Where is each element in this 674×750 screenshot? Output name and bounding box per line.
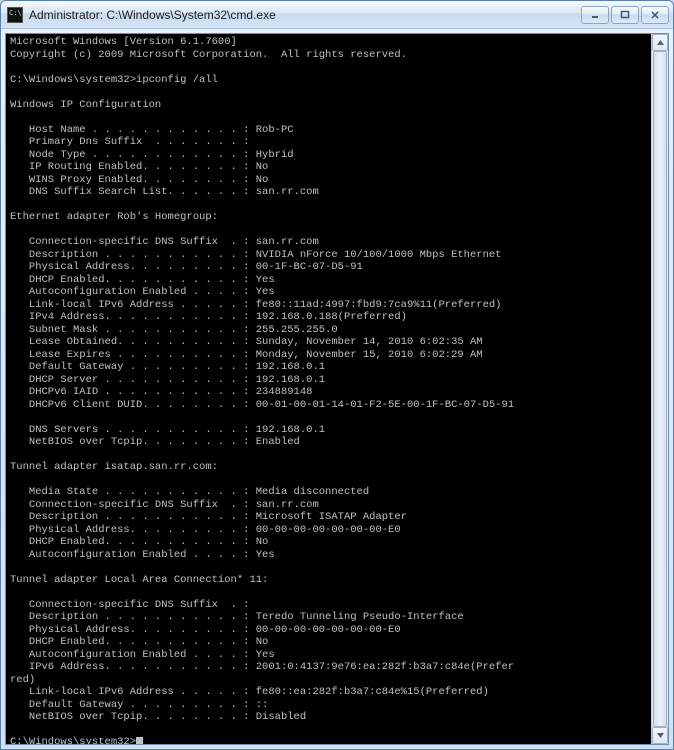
window-title: Administrator: C:\Windows\System32\cmd.e… <box>29 8 581 22</box>
line: WINS Proxy Enabled. . . . . . . . : No <box>10 174 268 186</box>
line: Description . . . . . . . . . . . : Micr… <box>10 511 407 523</box>
line: DHCP Server . . . . . . . . . . . : 192.… <box>10 374 325 386</box>
line: Connection-specific DNS Suffix . : san.r… <box>10 236 319 248</box>
section-header: Ethernet adapter Rob's Homegroup: <box>10 211 218 223</box>
line: IP Routing Enabled. . . . . . . . : No <box>10 161 268 173</box>
scroll-up-button[interactable] <box>652 34 668 51</box>
line: Node Type . . . . . . . . . . . . : Hybr… <box>10 149 294 161</box>
line: Link-local IPv6 Address . . . . . : fe80… <box>10 299 501 311</box>
titlebar[interactable]: Administrator: C:\Windows\System32\cmd.e… <box>1 1 673 29</box>
prompt-line: C:\Windows\system32>ipconfig /all <box>10 74 218 86</box>
line: DNS Servers . . . . . . . . . . . : 192.… <box>10 424 325 436</box>
line: Default Gateway . . . . . . . . . : :: <box>10 699 268 711</box>
cursor <box>136 737 143 744</box>
close-button[interactable] <box>641 6 669 24</box>
line: Default Gateway . . . . . . . . . : 192.… <box>10 361 325 373</box>
line: Subnet Mask . . . . . . . . . . . : 255.… <box>10 324 338 336</box>
line: Lease Obtained. . . . . . . . . . : Sund… <box>10 336 483 348</box>
scrollbar-track[interactable] <box>652 51 668 727</box>
prompt-line: C:\Windows\system32> <box>10 736 136 744</box>
line: Connection-specific DNS Suffix . : <box>10 599 249 611</box>
line: Physical Address. . . . . . . . . : 00-0… <box>10 624 401 636</box>
line: Link-local IPv6 Address . . . . . : fe80… <box>10 686 489 698</box>
section-header: Tunnel adapter Local Area Connection* 11… <box>10 574 268 586</box>
line: DHCP Enabled. . . . . . . . . . . : Yes <box>10 274 275 286</box>
line: Description . . . . . . . . . . . : NVID… <box>10 249 501 261</box>
line: DHCP Enabled. . . . . . . . . . . : No <box>10 636 268 648</box>
line: DHCP Enabled. . . . . . . . . . . : No <box>10 536 268 548</box>
cmd-window: Administrator: C:\Windows\System32\cmd.e… <box>0 0 674 750</box>
scrollbar-thumb[interactable] <box>653 51 667 727</box>
line: Autoconfiguration Enabled . . . . : Yes <box>10 286 275 298</box>
console-area: Microsoft Windows [Version 6.1.7600] Cop… <box>5 33 669 745</box>
line: Microsoft Windows [Version 6.1.7600] <box>10 36 237 48</box>
line: DHCPv6 IAID . . . . . . . . . . . : 2348… <box>10 386 312 398</box>
line: DNS Suffix Search List. . . . . . : san.… <box>10 186 319 198</box>
line: IPv6 Address. . . . . . . . . . . : 2001… <box>10 661 514 673</box>
scroll-down-button[interactable] <box>652 727 668 744</box>
line: Primary Dns Suffix . . . . . . . : <box>10 136 249 148</box>
console-output[interactable]: Microsoft Windows [Version 6.1.7600] Cop… <box>6 34 651 744</box>
window-controls <box>581 6 669 24</box>
line: DHCPv6 Client DUID. . . . . . . . : 00-0… <box>10 399 514 411</box>
maximize-icon <box>620 10 630 20</box>
vertical-scrollbar[interactable] <box>651 34 668 744</box>
line: Host Name . . . . . . . . . . . . : Rob-… <box>10 124 294 136</box>
minimize-icon <box>590 10 600 20</box>
chevron-down-icon <box>657 733 664 738</box>
line: Physical Address. . . . . . . . . : 00-0… <box>10 524 401 536</box>
chevron-up-icon <box>657 40 664 45</box>
line: Copyright (c) 2009 Microsoft Corporation… <box>10 49 407 61</box>
line: IPv4 Address. . . . . . . . . . . : 192.… <box>10 311 407 323</box>
section-header: Windows IP Configuration <box>10 99 161 111</box>
close-icon <box>650 10 660 20</box>
line: NetBIOS over Tcpip. . . . . . . . : Disa… <box>10 711 306 723</box>
line: Physical Address. . . . . . . . . : 00-1… <box>10 261 363 273</box>
line: NetBIOS over Tcpip. . . . . . . . : Enab… <box>10 436 300 448</box>
line: Autoconfiguration Enabled . . . . : Yes <box>10 649 275 661</box>
line: Description . . . . . . . . . . . : Tere… <box>10 611 464 623</box>
line: red) <box>10 674 35 686</box>
cmd-icon <box>7 7 23 23</box>
minimize-button[interactable] <box>581 6 609 24</box>
line: Connection-specific DNS Suffix . : san.r… <box>10 499 319 511</box>
line: Media State . . . . . . . . . . . : Medi… <box>10 486 369 498</box>
section-header: Tunnel adapter isatap.san.rr.com: <box>10 461 218 473</box>
maximize-button[interactable] <box>611 6 639 24</box>
line: Autoconfiguration Enabled . . . . : Yes <box>10 549 275 561</box>
line: Lease Expires . . . . . . . . . . : Mond… <box>10 349 483 361</box>
